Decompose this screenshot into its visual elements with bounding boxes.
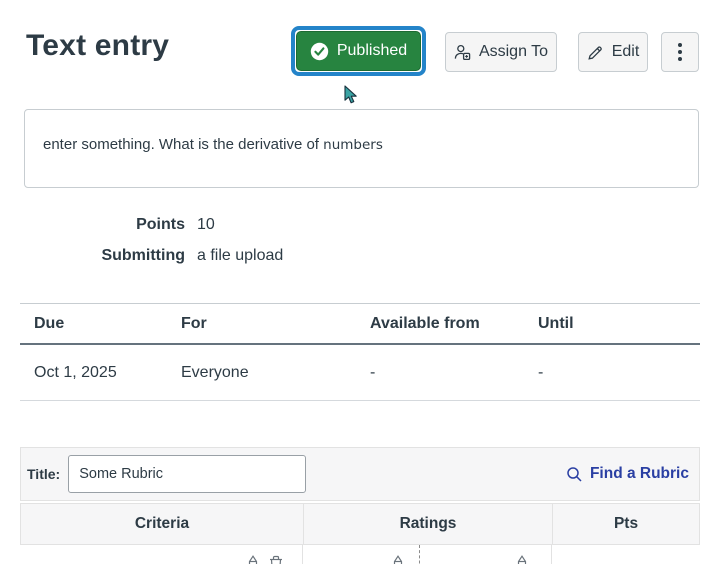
find-a-rubric-label: Find a Rubric <box>589 465 689 482</box>
published-button-label: Published <box>336 42 408 59</box>
edit-button[interactable]: Edit <box>578 32 648 72</box>
search-icon <box>566 466 583 483</box>
rubric-title-label: Title: <box>27 466 61 482</box>
assign-to-button-label: Assign To <box>478 43 549 60</box>
rubric-table-header: Criteria Ratings Pts <box>20 503 700 545</box>
rubric-title-input[interactable] <box>68 455 307 493</box>
published-button[interactable]: Published <box>296 31 421 71</box>
delete-criterion-trash-icon[interactable] <box>268 555 284 564</box>
due-table-header: Due For Available from Until <box>20 304 700 345</box>
points-value: 10 <box>197 216 215 233</box>
submitting-row: Submitting a file upload <box>24 245 283 266</box>
edit-rating-pencil-icon[interactable] <box>390 555 406 564</box>
more-options-button[interactable] <box>661 32 699 72</box>
rubric-section: Title: Find a Rubric Criteria Ratings Pt… <box>20 447 700 564</box>
until-cell: - <box>538 363 544 381</box>
submitting-value: a file upload <box>197 247 284 264</box>
mouse-cursor-icon <box>344 85 361 111</box>
for-cell: Everyone <box>181 363 249 381</box>
submitting-label: Submitting <box>101 247 185 264</box>
kebab-menu-icon <box>678 43 682 47</box>
edit-button-label: Edit <box>611 43 640 60</box>
assignment-description: enter something. What is the derivative … <box>24 109 699 188</box>
published-button-focus-ring: Published <box>291 26 426 76</box>
available-from-column-header: Available from <box>370 314 480 332</box>
assignment-page: Text entry Published Assign To Edit ente… <box>0 0 715 564</box>
due-date-cell: Oct 1, 2025 <box>34 363 117 381</box>
due-table-row: Oct 1, 2025 Everyone - - <box>20 345 700 401</box>
page-title: Text entry <box>26 29 170 62</box>
criterion-cell <box>20 545 303 564</box>
points-label: Points <box>136 216 185 233</box>
until-column-header: Until <box>538 314 574 332</box>
pts-column-header: Pts <box>613 515 639 532</box>
find-a-rubric-link[interactable]: Find a Rubric <box>566 465 689 483</box>
ratings-column-header: Ratings <box>304 504 553 544</box>
check-circle-icon <box>310 42 329 61</box>
pts-cell <box>552 545 700 564</box>
criteria-column-header: Criteria <box>21 504 304 544</box>
rubric-criterion-row <box>20 545 700 564</box>
rating-split-divider[interactable] <box>419 545 420 564</box>
assignment-details: Points 10 Submitting a file upload <box>24 214 283 276</box>
edit-criterion-pencil-icon[interactable] <box>245 555 261 564</box>
due-column-header: Due <box>34 314 65 332</box>
assign-to-button[interactable]: Assign To <box>445 32 557 72</box>
description-text: enter something. What is the derivative … <box>43 136 324 153</box>
edit-rating-pencil-icon[interactable] <box>514 555 530 564</box>
for-column-header: For <box>181 314 207 332</box>
description-text-alt-font: numbers <box>323 137 383 153</box>
ratings-cell <box>303 545 552 564</box>
assign-user-icon <box>454 44 471 61</box>
due-dates-table: Due For Available from Until Oct 1, 2025… <box>20 303 700 401</box>
pencil-icon <box>587 44 604 61</box>
points-row: Points 10 <box>24 214 283 235</box>
available-from-cell: - <box>370 363 376 381</box>
rubric-title-bar: Title: Find a Rubric <box>20 447 700 501</box>
